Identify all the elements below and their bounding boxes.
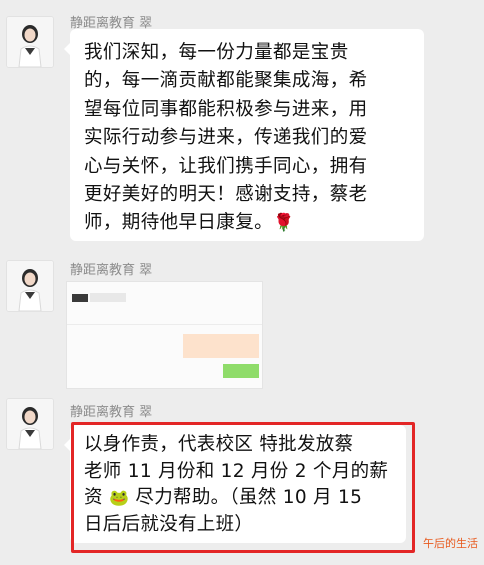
- message-bubble[interactable]: 以身作责，代表校区 特批发放蔡 老师 11 月份和 12 月份 2 个月的薪 资…: [64, 425, 406, 543]
- message-line: 我们深知，每一份力量都是宝贵: [84, 42, 349, 63]
- rose-emoji-icon: 🌹: [273, 213, 295, 234]
- message-line: 以身作责，代表校区 特批发放蔡: [84, 434, 354, 455]
- message-line: 实际行动参与进来，传递我们的爱: [84, 127, 368, 149]
- message-line: 资: [84, 487, 103, 508]
- message-line: 望每位同事都能积极参与进来，用: [84, 98, 368, 120]
- sender-name: 静距离教育 翠: [70, 405, 153, 420]
- screenshot-green-bubble: [223, 364, 259, 378]
- sender-name: 静距离教育 翠: [70, 263, 153, 278]
- message-line: 尽力帮助。（虽然 10 月 15: [135, 487, 363, 508]
- screenshot-blurred-area: [183, 334, 259, 358]
- screenshot-divider: [67, 324, 262, 325]
- message-bubble[interactable]: 我们深知，每一份力量都是宝贵 的，每一滴贡献都能聚集成海，希 望每位同事都能积极…: [64, 29, 424, 241]
- avatar-icon[interactable]: [6, 398, 54, 450]
- message-line: 更好美好的明天！感谢支持，蔡老: [84, 184, 368, 206]
- avatar-icon[interactable]: [6, 16, 54, 68]
- message-line: 心与关怀，让我们携手同心，拥有: [84, 155, 368, 177]
- watermark: 午后的生活: [423, 537, 478, 550]
- screenshot-thumbnail: [72, 294, 88, 302]
- screenshot-image[interactable]: [66, 281, 263, 389]
- message-line: 日后后就没有上班）: [84, 513, 254, 535]
- frog-emoji-icon: 🐸: [109, 488, 130, 507]
- message-line: 老师 11 月份和 12 月份 2 个月的薪: [84, 460, 389, 482]
- screenshot-mini-bubble: [90, 293, 126, 302]
- screenshot-topbar: [71, 285, 221, 293]
- message-line: 的，每一滴贡献都能聚集成海，希: [84, 70, 368, 92]
- avatar-icon[interactable]: [6, 260, 54, 312]
- message-line: 师，期待他早日康复。: [84, 212, 274, 234]
